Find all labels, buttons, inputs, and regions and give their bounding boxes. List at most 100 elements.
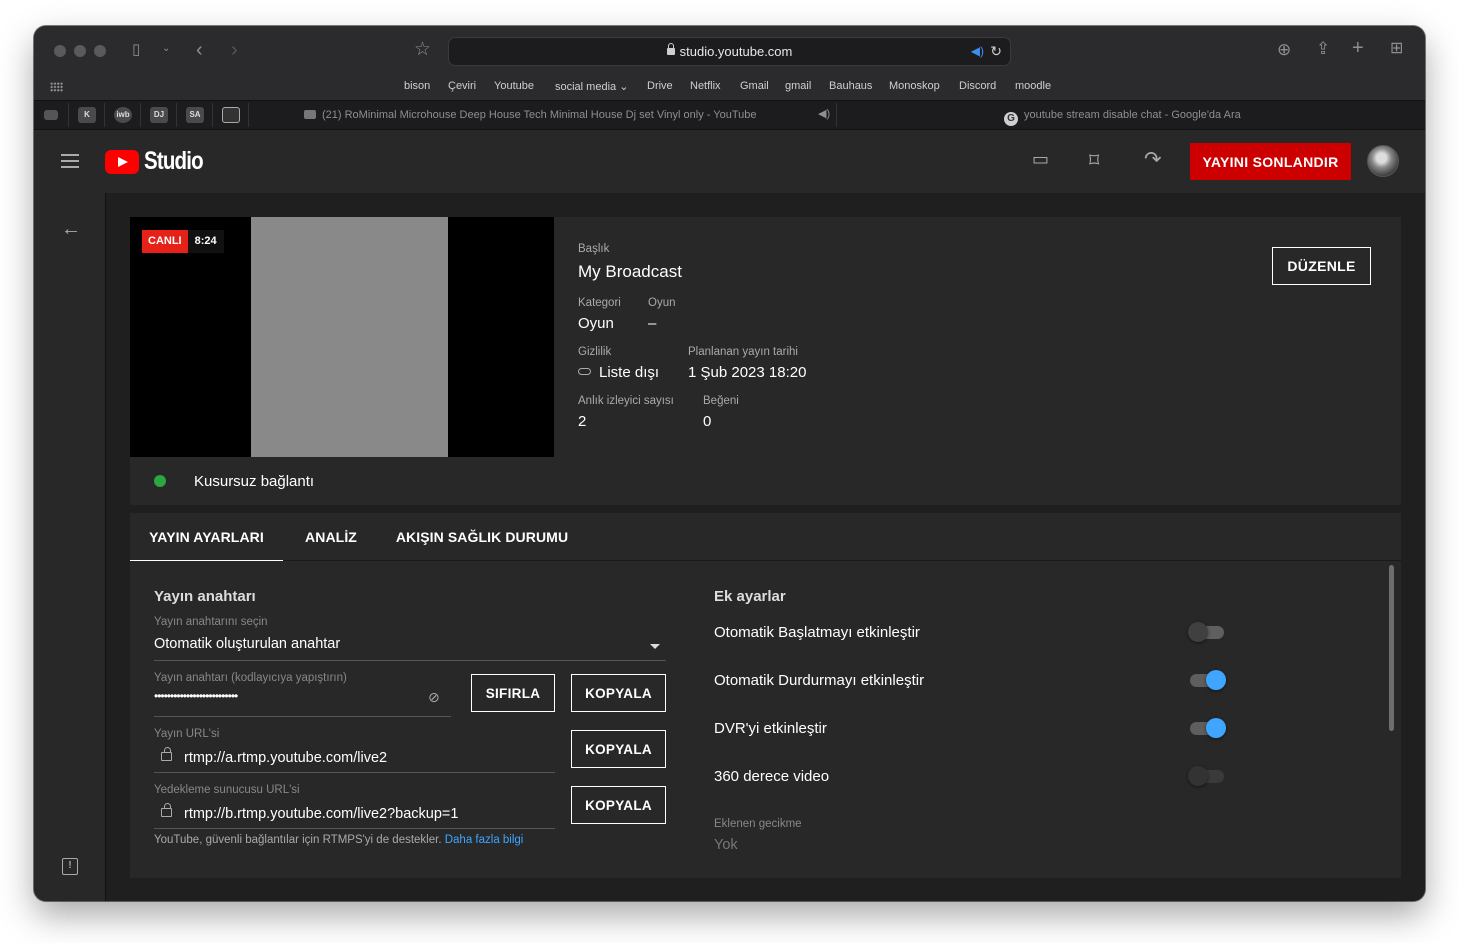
visibility-off-icon[interactable]: ⊘ [428,689,440,706]
learn-more-link[interactable]: Daha fazla bilgi [445,834,524,846]
pinned-tab[interactable] [222,107,240,123]
title-label: Başlık [578,243,610,255]
toggle-label-auto-stop: Otomatik Durdurmayı etkinleştir [714,672,925,689]
reload-icon[interactable]: ↻ [990,43,1002,60]
video-preview[interactable]: CANLI 8:24 [130,217,554,457]
game-label: Oyun [648,297,676,309]
status-dot [154,475,166,487]
privacy-value: Liste dışı [578,364,659,381]
share-icon[interactable]: ⇪ [1316,40,1330,57]
favorite-link[interactable]: bison [404,80,430,92]
toggle-label-360-video: 360 derece video [714,768,830,785]
video-frame [251,217,448,457]
favorite-link[interactable]: Drive [647,80,673,92]
live-badge: CANLI 8:24 [142,230,224,253]
copy-url-button[interactable]: KOPYALA [571,730,666,768]
privacy-label: Gizlilik [578,346,612,358]
browser-window: ▯ ⌄ ‹ › ☆ studio.youtube.com ◀) ↻ ⊕ ⇪ + … [34,26,1425,901]
clapperboard-icon[interactable]: ▭ [1032,149,1049,170]
tab-stream-settings[interactable]: YAYIN AYARLARI [130,513,283,562]
tab-youtube-video[interactable]: (21) RoMinimal Microhouse Deep House Tec… [304,109,757,121]
new-tab-icon[interactable]: + [1352,38,1364,58]
viewers-label: Anlık izleyici sayısı [578,395,674,407]
reset-key-button[interactable]: SIFIRLA [471,674,555,712]
scheduled-value: 1 Şub 2023 18:20 [688,364,807,381]
star-icon[interactable]: ☆ [414,40,431,59]
end-stream-button[interactable]: YAYINI SONLANDIR [1190,143,1351,180]
stream-key-field[interactable]: •••••••••••••••••••••••••• [154,689,238,703]
favorite-link[interactable]: Discord [959,80,996,92]
favorite-link[interactable]: Netflix [690,80,721,92]
live-time: 8:24 [187,230,224,253]
favorite-link[interactable]: gmail [785,80,811,92]
stream-url-field[interactable]: rtmp://a.rtmp.youtube.com/live2 [184,750,387,766]
viewers-value: 2 [578,413,587,430]
copy-key-button[interactable]: KOPYALA [571,674,666,712]
apps-grid-icon[interactable] [50,82,63,92]
live-label: CANLI [142,230,188,253]
stream-key-select-label: Yayın anahtarını seçin [154,616,268,628]
zoom-window-button[interactable] [94,45,106,57]
broadcast-card: CANLI 8:24 Kusursuz bağlantı Başlık My B… [130,217,1401,505]
auto-start-toggle[interactable] [1188,620,1226,644]
auto-stop-toggle[interactable] [1188,668,1226,692]
category-value: Oyun [578,315,614,332]
dvr-toggle[interactable] [1188,716,1226,740]
scheduled-label: Planlanan yayın tarihi [688,346,798,358]
speaker-icon[interactable]: ◀) [971,44,984,58]
forward-icon[interactable]: › [231,40,238,60]
backup-url-field[interactable]: rtmp://b.rtmp.youtube.com/live2?backup=1 [184,806,458,822]
likes-label: Beğeni [703,395,739,407]
favorite-link[interactable]: Gmail [740,80,769,92]
copy-backup-url-button[interactable]: KOPYALA [571,786,666,824]
speaker-icon[interactable]: ◀) [818,109,830,120]
back-icon[interactable]: ‹ [196,40,203,60]
favorite-link[interactable]: Bauhaus [829,80,872,92]
browser-toolbar: ▯ ⌄ ‹ › ☆ studio.youtube.com ◀) ↻ ⊕ ⇪ + … [34,26,1425,76]
latency-value[interactable]: Yok [714,837,738,853]
video-360-toggle[interactable] [1188,764,1226,788]
main-content: CANLI 8:24 Kusursuz bağlantı Başlık My B… [107,193,1425,901]
bookmark-icon[interactable]: ⌑ [1089,148,1099,173]
stream-key-label: Yayın anahtarı (kodlayıcıya yapıştırın) [154,672,347,684]
chevron-down-icon[interactable]: ⌄ [162,44,170,54]
tab-overview-icon[interactable]: ⊞ [1390,41,1403,57]
close-window-button[interactable] [54,45,66,57]
scrollbar[interactable] [1389,565,1394,731]
likes-value: 0 [703,413,712,430]
latency-label: Eklenen gecikme [714,818,802,830]
sidebar-toggle-icon[interactable]: ▯ [132,42,140,57]
back-arrow-icon[interactable]: ← [61,218,81,241]
studio-logo-text[interactable]: Studio [144,147,204,176]
dropdown-caret-icon[interactable] [650,644,660,649]
stream-key-select-value[interactable]: Otomatik oluşturulan anahtar [154,636,340,652]
favorite-folder[interactable]: social media ⌄ [555,80,628,93]
backup-url-label: Yedekleme sunucusu URL'si [154,784,300,796]
share-icon[interactable]: ↷ [1144,147,1162,172]
tab-stream-health[interactable]: AKIŞIN SAĞLIK DURUMU [392,513,572,561]
stream-key-title: Yayın anahtarı [154,588,256,605]
favorite-link[interactable]: Youtube [494,80,534,92]
tab-google-search[interactable]: Gyoutube stream disable chat - Google'da… [1004,109,1241,126]
menu-icon[interactable] [61,154,79,168]
download-icon[interactable]: ⊕ [1277,41,1291,58]
avatar[interactable] [1367,145,1399,177]
edit-button[interactable]: DÜZENLE [1272,247,1371,285]
connection-status-text: Kusursuz bağlantı [194,473,315,490]
favorite-link[interactable]: Monoskop [889,80,940,92]
tab-analytics[interactable]: ANALİZ [283,513,379,561]
pinned-tab[interactable]: K [78,107,96,123]
pinned-tab[interactable]: iwb [114,107,132,123]
favorite-link[interactable]: Çeviri [448,80,476,92]
youtube-logo-icon[interactable] [105,150,139,174]
favorite-link[interactable]: moodle [1015,80,1051,92]
pinned-tab[interactable]: SA [186,107,204,123]
pinned-tab[interactable]: DJ [150,107,168,123]
favorites-bar: bison Çeviri Youtube social media ⌄ Driv… [34,76,1425,100]
toggle-label-dvr: DVR'yi etkinleştir [714,720,827,737]
feedback-icon[interactable]: ! [62,858,78,875]
pinned-tab-youtube[interactable] [44,110,58,120]
address-bar[interactable]: studio.youtube.com ◀) ↻ [448,37,1011,66]
connection-status: Kusursuz bağlantı [130,457,554,505]
minimize-window-button[interactable] [74,45,86,57]
